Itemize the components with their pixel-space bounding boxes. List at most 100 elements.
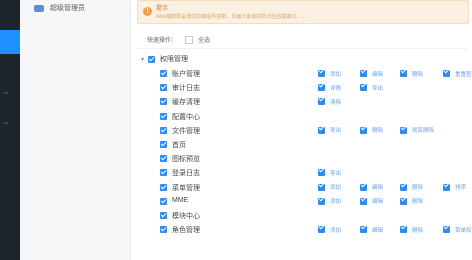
permission-checkbox[interactable]	[443, 183, 450, 191]
permission-checkbox[interactable]	[318, 226, 325, 234]
permission-option[interactable]: 删除	[400, 68, 423, 79]
module-label: 登录日志	[172, 170, 200, 178]
permission-option[interactable]: 添加	[318, 196, 341, 207]
module-row: 文件管理 导出 删除 彻底删除	[160, 125, 472, 139]
permission-checkbox[interactable]	[443, 70, 450, 77]
notice-banner: ! 提示 Web端权限是通过前端组件控制，页面元素级权限对应后端接口，...	[137, 0, 469, 24]
permission-label: 清除	[330, 99, 342, 106]
permission-label: 编辑	[372, 71, 384, 78]
permission-checkbox[interactable]	[400, 183, 407, 191]
select-all-label[interactable]: 全选	[198, 35, 210, 44]
tree-root-label: 权限管理	[160, 56, 189, 63]
module-row: 图标预览	[160, 153, 472, 167]
module-label: 角色管理	[172, 227, 200, 235]
module-checkbox[interactable]	[160, 211, 167, 219]
module-row: 账户管理 添加 编辑 删除 重置密码	[160, 68, 472, 82]
sidebar-item-label: 超级管理员	[50, 5, 85, 12]
permission-checkbox[interactable]	[318, 70, 325, 77]
permission-option[interactable]: 导出	[318, 167, 341, 178]
module-checkbox[interactable]	[160, 84, 167, 92]
module-checkbox[interactable]	[160, 112, 167, 120]
permission-option[interactable]: 删除	[400, 182, 423, 193]
permission-option[interactable]: 编辑	[360, 224, 383, 235]
module-checkbox[interactable]	[160, 226, 167, 234]
module-label: MME	[172, 196, 189, 204]
permission-option[interactable]: 清除	[318, 96, 341, 107]
module-checkbox[interactable]	[160, 197, 167, 205]
permission-option[interactable]: 添加	[318, 68, 341, 79]
permission-label: 删除	[412, 227, 424, 234]
module-row: 模块中心	[160, 210, 472, 224]
quick-actions-label: 快速操作：	[147, 38, 178, 44]
permission-option[interactable]: 删除	[400, 196, 423, 207]
permission-label: 添加	[330, 185, 342, 191]
module-checkbox[interactable]	[160, 183, 167, 191]
permission-checkbox[interactable]	[360, 84, 367, 92]
chevron-down-icon[interactable]: ▾	[141, 56, 144, 63]
permission-option[interactable]: 导出	[318, 125, 341, 136]
permission-label: 删除	[372, 128, 384, 135]
permission-checkbox[interactable]	[318, 169, 325, 177]
permission-checkbox[interactable]	[318, 126, 325, 134]
permission-option[interactable]: 编辑	[360, 196, 383, 207]
permission-checkbox[interactable]	[360, 70, 367, 77]
permission-option[interactable]: 添加	[318, 182, 341, 193]
module-checkbox[interactable]	[160, 155, 167, 163]
permission-checkbox[interactable]	[400, 226, 407, 234]
permission-checkbox[interactable]	[360, 183, 367, 191]
module-row: 登录日志 导出	[160, 167, 472, 181]
nav-rail-item[interactable]	[4, 92, 8, 94]
module-checkbox[interactable]	[160, 140, 167, 148]
permission-option[interactable]: 删除	[400, 224, 423, 235]
permission-option[interactable]: 详情	[318, 82, 341, 93]
module-checkbox[interactable]	[160, 169, 167, 177]
permission-option[interactable]: 重置密码	[443, 68, 472, 79]
permission-option[interactable]: 排序	[443, 182, 466, 193]
quick-actions: 快速操作： 全选	[147, 35, 210, 44]
permission-label: 排序	[455, 185, 467, 191]
permission-option[interactable]: 添加	[318, 224, 341, 235]
module-label: 缓存清理	[172, 99, 200, 107]
permission-label: 导出	[330, 170, 342, 177]
permission-option[interactable]: 导出	[360, 82, 383, 93]
permission-option[interactable]: 编辑	[360, 182, 383, 193]
permission-option[interactable]: 删除	[360, 125, 383, 136]
select-all-checkbox[interactable]	[185, 35, 194, 44]
module-row: 菜单管理 添加 编辑 删除 排序	[160, 182, 472, 196]
permission-checkbox[interactable]	[443, 226, 450, 234]
role-icon	[34, 4, 44, 12]
module-row: 审计日志 详情 导出	[160, 82, 472, 96]
permission-label: 编辑	[372, 185, 384, 191]
permission-label: 重置密码	[455, 71, 472, 78]
module-label: 模块中心	[172, 212, 200, 220]
module-checkbox[interactable]	[160, 70, 167, 77]
permission-checkbox[interactable]	[360, 226, 367, 234]
permission-checkbox[interactable]	[400, 197, 407, 205]
module-row: MME 添加 编辑 删除	[160, 196, 472, 210]
permission-checkbox[interactable]	[318, 84, 325, 92]
permission-label: 彻底删除	[412, 128, 435, 135]
permission-panel: ! 提示 Web端权限是通过前端组件控制，页面元素级权限对应后端接口，... 快…	[131, 0, 472, 260]
nav-rail-item[interactable]	[4, 122, 8, 124]
tree-root: ▾ 权限管理	[141, 54, 188, 64]
permission-checkbox[interactable]	[360, 126, 367, 134]
permission-option[interactable]: 彻底删除	[400, 125, 434, 136]
permission-label: 详情	[330, 85, 342, 92]
sidebar-item-role[interactable]: 超级管理员	[34, 2, 144, 14]
permission-label: 添加	[330, 199, 342, 206]
permission-checkbox[interactable]	[400, 70, 407, 77]
permission-option[interactable]: 菜单权限	[443, 224, 472, 235]
permission-checkbox[interactable]	[318, 98, 325, 106]
permission-label: 删除	[412, 185, 424, 191]
permission-label: 添加	[330, 71, 342, 78]
permission-checkbox[interactable]	[318, 197, 325, 205]
module-checkbox[interactable]	[160, 98, 167, 106]
app-nav-rail	[0, 0, 20, 260]
nav-rail-active-item[interactable]	[0, 30, 20, 54]
module-checkbox[interactable]	[160, 126, 167, 134]
permission-checkbox[interactable]	[400, 126, 407, 134]
permission-option[interactable]: 编辑	[360, 68, 383, 79]
permission-checkbox[interactable]	[318, 183, 325, 191]
root-checkbox[interactable]	[148, 55, 156, 63]
permission-checkbox[interactable]	[360, 197, 367, 205]
